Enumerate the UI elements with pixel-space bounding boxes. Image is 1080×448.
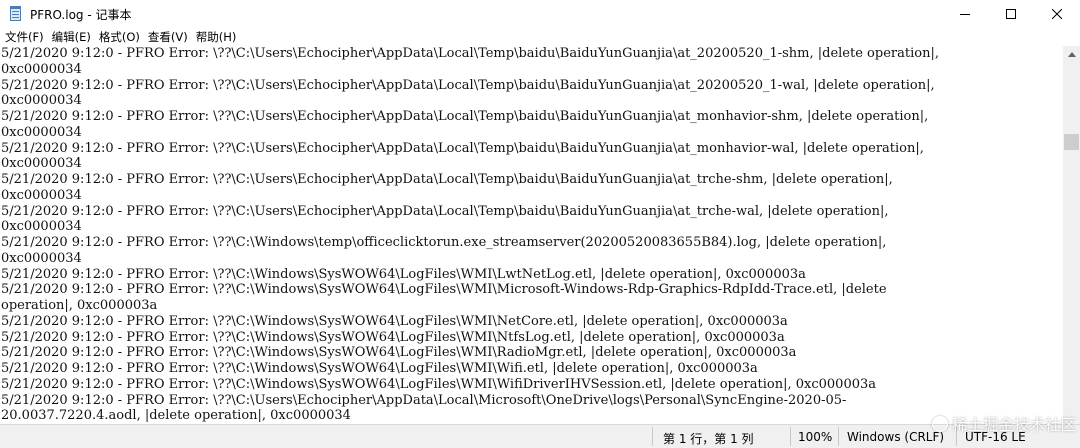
menu-view[interactable]: 查看(V) [144, 29, 192, 45]
menu-edit[interactable]: 编辑(E) [48, 29, 95, 45]
title-bar[interactable]: PFRO.log - 记事本 [0, 0, 1080, 28]
close-icon [1052, 9, 1062, 19]
line-ending: Windows (CRLF) [847, 430, 945, 444]
editor-line: 5/21/2020 9:12:0 - PFRO Error: \??\C:\Us… [1, 203, 889, 219]
editor-line: 5/21/2020 9:12:0 - PFRO Error: \??\C:\Wi… [1, 376, 877, 392]
juejin-logo-icon [932, 416, 948, 432]
watermark-text: 稀土掘金技术社区 [952, 416, 1077, 434]
editor-line: 5/21/2020 9:12:0 - PFRO Error: \??\C:\Wi… [1, 313, 788, 329]
watermark: 稀土掘金技术社区 [932, 413, 1076, 435]
editor-line: 5/21/2020 9:12:0 - PFRO Error: \??\C:\Us… [1, 392, 847, 408]
editor-line: 5/21/2020 9:12:0 - PFRO Error: \??\C:\Wi… [1, 361, 758, 376]
editor-line: 0xc0000034 [1, 156, 82, 172]
editor-line: 5/21/2020 9:12:0 - PFRO Error: \??\C:\Wi… [1, 282, 887, 298]
minimize-icon [960, 14, 970, 15]
minimize-button[interactable] [942, 0, 988, 28]
status-divider [652, 427, 653, 446]
editor-line: 0xc0000034 [1, 250, 82, 266]
window-title: PFRO.log - 记事本 [30, 7, 132, 22]
editor-line: 0xc0000034 [1, 124, 82, 140]
editor-line: 5/21/2020 9:12:0 - PFRO Error: \??\C:\Wi… [1, 329, 785, 345]
cursor-position: 第 1 行，第 1 列 [663, 432, 754, 446]
editor-line: 0xc0000034 [1, 93, 82, 109]
editor-line: 5/21/2020 9:12:0 - PFRO Error: \??\C:\Us… [1, 46, 939, 61]
status-bar: 第 1 行，第 1 列 100% Windows (CRLF) UTF-16 L… [0, 424, 1080, 448]
editor-line: 5/21/2020 9:12:0 - PFRO Error: \??\C:\Wi… [1, 266, 806, 282]
vertical-scrollbar[interactable] [1063, 46, 1080, 424]
close-button[interactable] [1034, 0, 1080, 28]
editor-line: 0xc0000034 [1, 61, 82, 77]
scroll-up-arrow-icon[interactable] [1063, 46, 1080, 63]
menu-bar: 文件(F) 编辑(E) 格式(O) 查看(V) 帮助(H) [0, 28, 1080, 46]
editor-line: 5/21/2020 9:12:0 - PFRO Error: \??\C:\Us… [1, 109, 929, 124]
menu-help[interactable]: 帮助(H) [192, 29, 241, 45]
text-editor[interactable]: 5/21/2020 9:12:0 - PFRO Error: \??\C:\Us… [0, 46, 1063, 424]
menu-format[interactable]: 格式(O) [95, 29, 144, 45]
maximize-icon [1006, 9, 1016, 19]
zoom-level: 100% [798, 430, 833, 444]
editor-line: operation|, 0xc000003a [1, 298, 158, 313]
editor-line: 0xc0000034 [1, 219, 82, 235]
editor-line: 5/21/2020 9:12:0 - PFRO Error: \??\C:\Us… [1, 77, 935, 93]
editor-line: 5/21/2020 9:12:0 - PFRO Error: \??\C:\Us… [1, 140, 924, 156]
notepad-icon [8, 6, 24, 22]
menu-file[interactable]: 文件(F) [0, 29, 48, 45]
maximize-button[interactable] [988, 0, 1034, 28]
window-controls [942, 0, 1080, 28]
editor-line: 5/21/2020 9:12:0 - PFRO Error: \??\C:\Wi… [1, 345, 797, 361]
scrollbar-thumb[interactable] [1064, 134, 1079, 150]
status-divider [838, 427, 839, 446]
editor-line: 5/21/2020 9:12:0 - PFRO Error: \??\C:\Us… [1, 172, 893, 187]
editor-line: 5/21/2020 9:12:0 - PFRO Error: \??\C:\Wi… [1, 235, 887, 250]
editor-line: 20.0037.7220.4.aodl, |delete operation|,… [1, 408, 351, 424]
editor-line: 0xc0000034 [1, 187, 82, 203]
status-divider [790, 427, 791, 446]
